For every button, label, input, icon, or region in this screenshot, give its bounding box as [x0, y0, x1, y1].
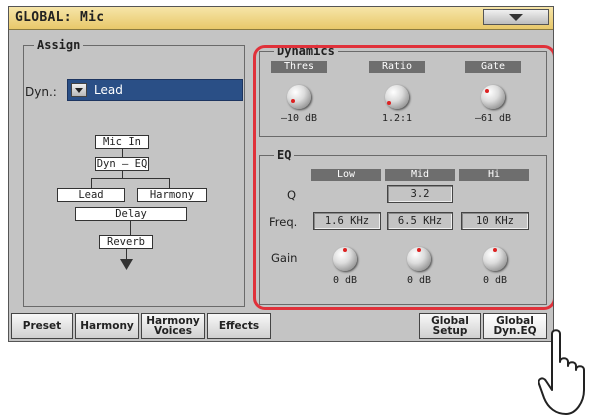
chevron-down-icon	[509, 14, 523, 21]
chain-reverb: Reverb	[99, 235, 153, 249]
chain-connector	[122, 149, 123, 157]
assign-legend: Assign	[34, 38, 84, 52]
chain-lead: Lead	[57, 188, 125, 202]
tab-harmony[interactable]: Harmony	[75, 313, 139, 339]
dyn-label: Dyn.:	[25, 85, 57, 99]
tab-effects[interactable]: Effects	[207, 313, 271, 339]
tab-bar: Preset Harmony Harmony Voices Effects Gl…	[9, 313, 553, 341]
chain-connector	[169, 178, 170, 188]
title-bar: GLOBAL: Mic	[9, 7, 553, 30]
arrow-down-icon	[120, 259, 133, 270]
page-title: GLOBAL: Mic	[15, 10, 105, 25]
dyn-preset-value: Lead	[94, 83, 123, 97]
chain-connector	[130, 221, 131, 235]
chain-connector	[91, 178, 169, 179]
chain-delay: Delay	[75, 207, 187, 221]
chain-harmony: Harmony	[137, 188, 207, 202]
highlight-frame	[253, 45, 553, 310]
tab-global-setup[interactable]: Global Setup	[419, 313, 481, 339]
dyn-preset-dropdown[interactable]: Lead	[67, 79, 243, 101]
page-menu-button[interactable]	[483, 9, 549, 25]
pointing-hand-icon	[538, 329, 585, 415]
chain-connector	[91, 178, 92, 188]
tab-harmony-voices[interactable]: Harmony Voices	[141, 313, 205, 339]
chevron-down-icon[interactable]	[71, 83, 87, 97]
global-mic-screen: GLOBAL: Mic Assign Dyn.: Lead Mic In Dyn…	[8, 6, 554, 342]
chain-connector	[122, 171, 123, 178]
tab-preset[interactable]: Preset	[11, 313, 73, 339]
chain-mic-in: Mic In	[95, 135, 149, 149]
chain-dyn-eq: Dyn – EQ	[95, 157, 149, 171]
